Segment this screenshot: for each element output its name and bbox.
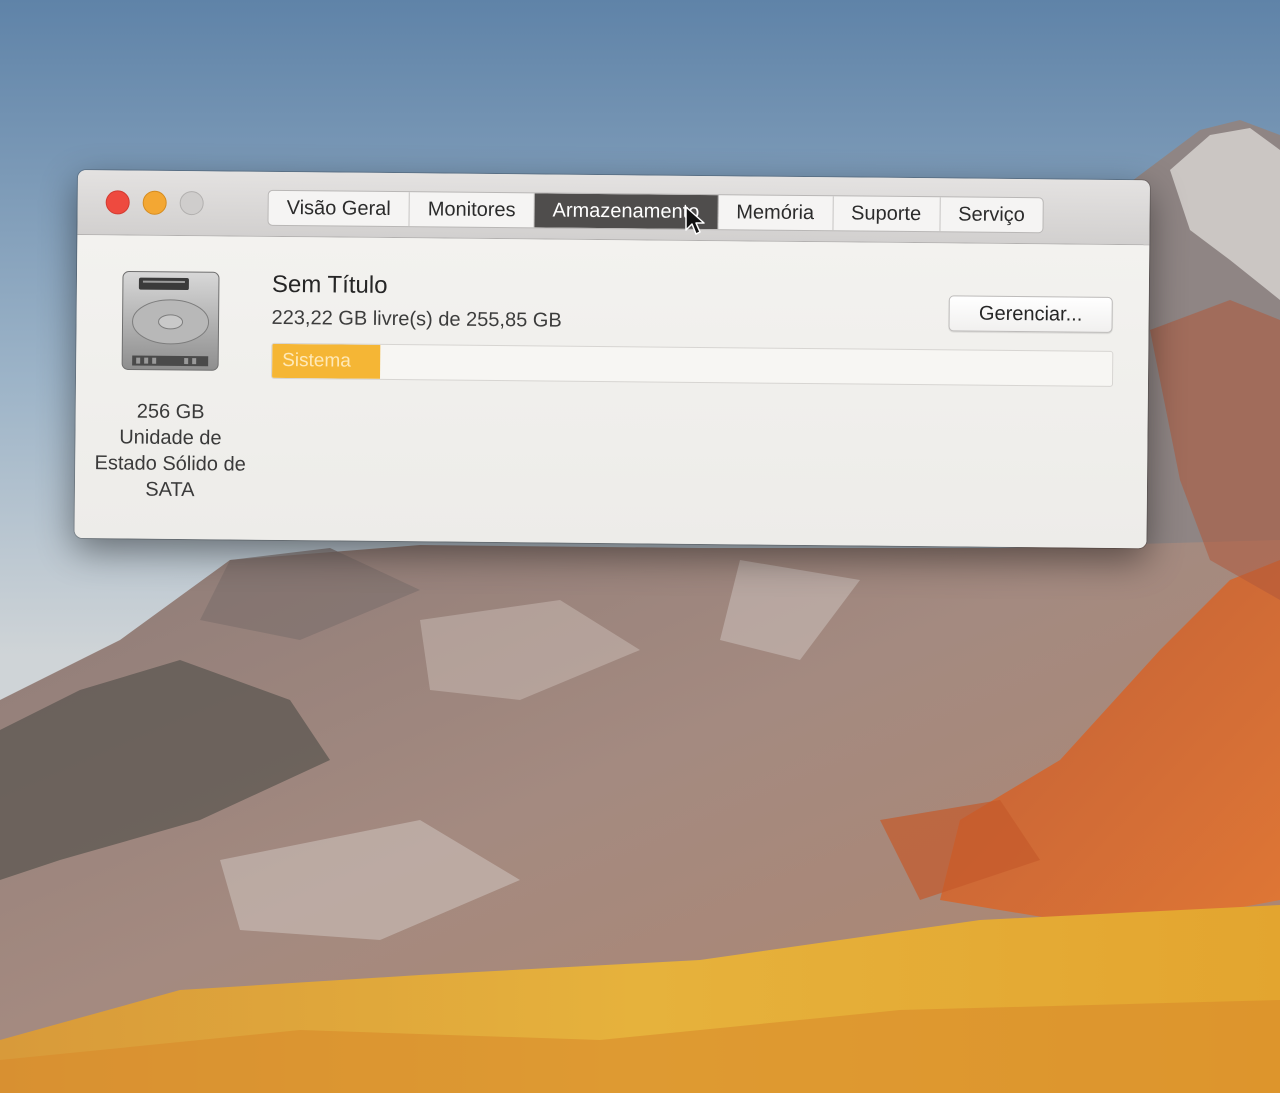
title-bar: Visão Geral Monitores Armazenamento Memó…: [77, 170, 1150, 246]
drive-type-line-2: Estado Sólido de: [94, 452, 246, 476]
tab-bar: Visão Geral Monitores Armazenamento Memó…: [267, 189, 1045, 234]
tab-support[interactable]: Suporte: [832, 196, 941, 232]
drive-type-line-1: Unidade de: [119, 426, 222, 450]
storage-usage-bar: Sistema: [271, 342, 1114, 387]
hard-drive-icon: [121, 270, 220, 371]
storage-pane: 256 GB Unidade de Estado Sólido de SATA …: [74, 234, 1150, 549]
tab-service[interactable]: Serviço: [940, 197, 1043, 232]
volume-name: Sem Título: [271, 270, 388, 299]
desktop: Visão Geral Monitores Armazenamento Memó…: [0, 0, 1280, 1093]
storage-segment-label: Sistema: [282, 349, 351, 372]
zoom-window-button[interactable]: [179, 190, 204, 216]
close-window-button[interactable]: [105, 190, 130, 215]
free-space-text: 223,22 GB livre(s) de 255,85 GB: [271, 306, 562, 332]
drive-type-line-3: SATA: [145, 478, 195, 502]
manage-button[interactable]: Gerenciar...: [948, 295, 1113, 333]
tab-overview[interactable]: Visão Geral: [268, 190, 410, 227]
minimize-window-button[interactable]: [142, 190, 167, 215]
drive-caption: 256 GB Unidade de Estado Sólido de SATA: [75, 398, 266, 504]
tab-displays[interactable]: Monitores: [409, 192, 535, 228]
mouse-pointer-icon: [685, 206, 705, 235]
drive-capacity: 256 GB: [136, 400, 205, 424]
tab-memory[interactable]: Memória: [718, 195, 834, 231]
about-this-mac-window: Visão Geral Monitores Armazenamento Memó…: [74, 170, 1150, 549]
